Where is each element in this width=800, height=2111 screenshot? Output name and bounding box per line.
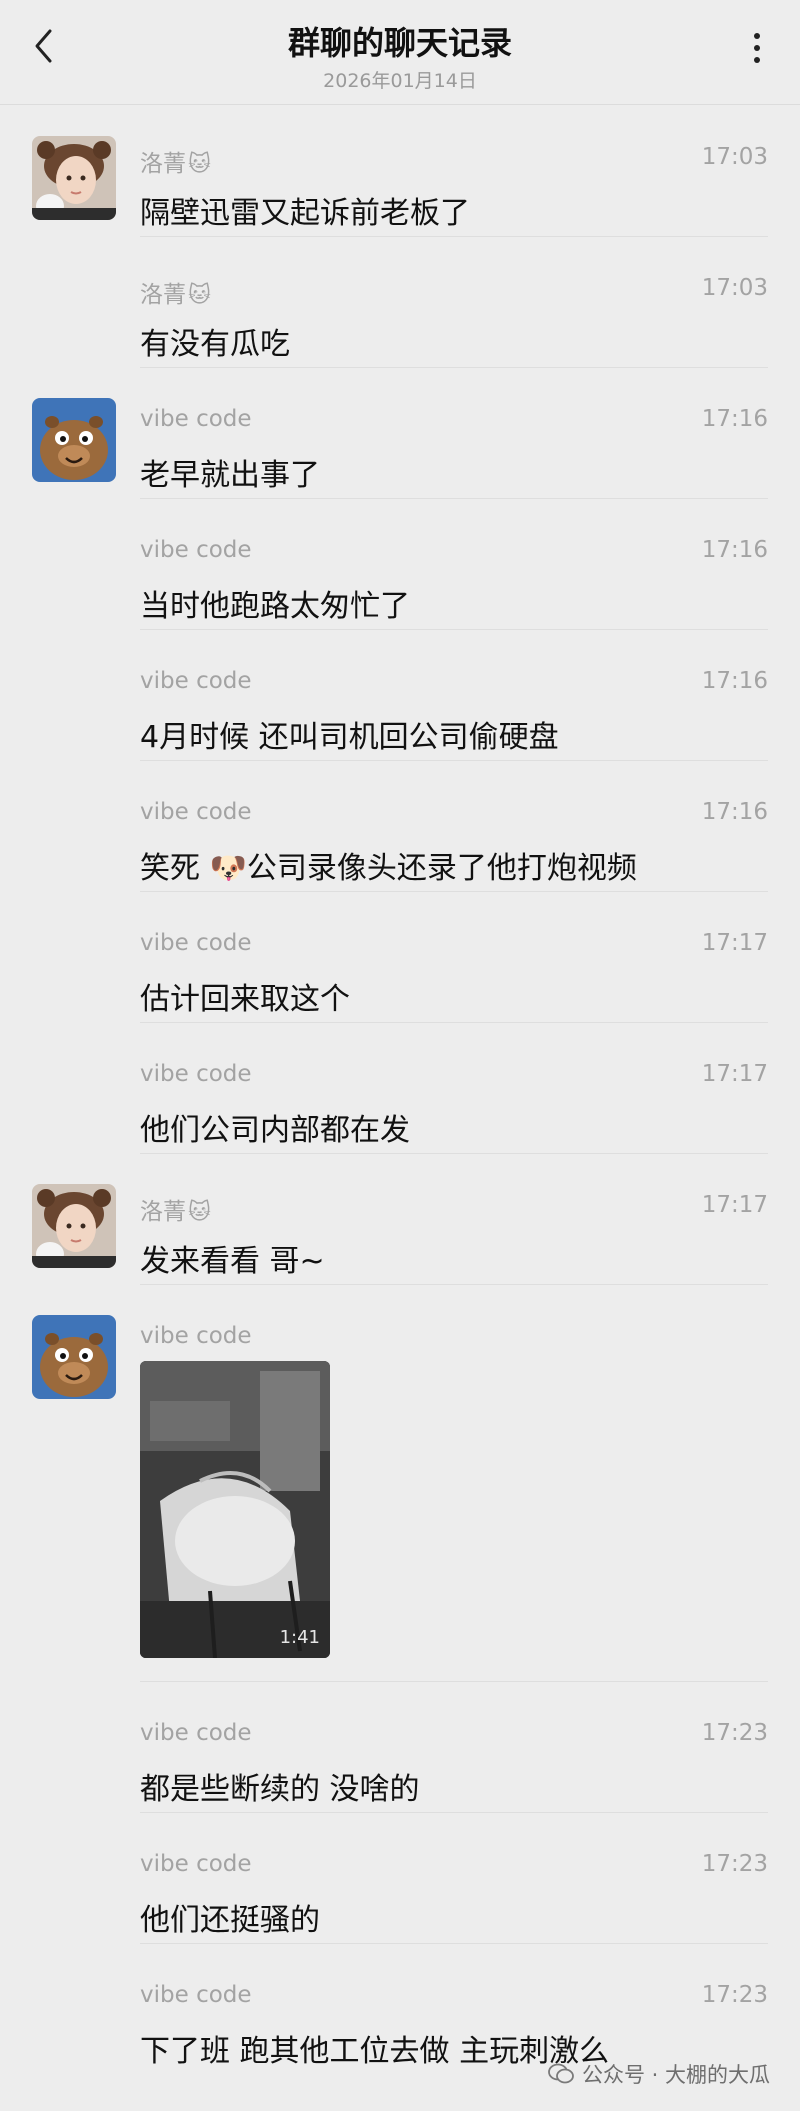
sender-name: vibe code — [140, 1720, 252, 1746]
message-time: 17:23 — [701, 1720, 768, 1746]
message-text: 估计回来取这个 — [140, 982, 350, 1017]
message-time: 17:17 — [701, 1061, 768, 1087]
more-vertical-icon — [754, 33, 760, 63]
message-time: 17:03 — [701, 144, 768, 170]
message-item: vibe code 17:16 老早就出事了 — [0, 368, 800, 499]
sender-name: vibe code — [140, 668, 252, 694]
message-item: 洛菁🐱 17:17 发来看看 哥~ — [0, 1154, 800, 1285]
sender-name: 洛菁🐱 — [140, 1199, 211, 1225]
message-item: vibe code 17:23 他们还挺骚的 — [0, 1813, 800, 1944]
message-time: 17:16 — [701, 406, 768, 432]
message-item: vibe code 17:16 4月时候 还叫司机回公司偷硬盘 — [0, 630, 800, 761]
message-item: vibe code 17:17 他们公司内部都在发 — [0, 1023, 800, 1154]
message-time: 17:23 — [701, 1851, 768, 1877]
doge-emoji: 🐶 — [209, 851, 247, 886]
message-text: 他们公司内部都在发 — [140, 1113, 410, 1148]
wechat-official-account-icon — [548, 2063, 574, 2085]
message-time: 17:16 — [701, 668, 768, 694]
message-text: 老早就出事了 — [140, 458, 320, 493]
message-text: 发来看看 哥~ — [140, 1244, 325, 1279]
message-item: vibe code 1:41 — [0, 1285, 800, 1682]
sender-name: vibe code — [140, 799, 252, 825]
chat-date: 2026年01月14日 — [323, 70, 477, 92]
message-text: 都是些断续的 没啥的 — [140, 1772, 420, 1807]
message-text: 隔壁迅雷又起诉前老板了 — [140, 196, 470, 231]
message-list: 洛菁🐱 17:03 隔壁迅雷又起诉前老板了 洛菁🐱 17:03 有没有瓜吃 vi… — [0, 106, 800, 2075]
message-item: 洛菁🐱 17:03 隔壁迅雷又起诉前老板了 — [0, 106, 800, 237]
message-time: 17:17 — [701, 930, 768, 956]
message-text: 4月时候 还叫司机回公司偷硬盘 — [140, 720, 559, 755]
video-message-thumbnail[interactable]: 1:41 — [140, 1361, 330, 1658]
capybara-avatar[interactable] — [32, 398, 116, 482]
message-text: 当时他跑路太匆忙了 — [140, 589, 410, 624]
message-time: 17:17 — [701, 1192, 768, 1218]
girl-avatar[interactable] — [32, 1184, 116, 1268]
top-bar: 群聊的聊天记录 2026年01月14日 — [0, 0, 800, 105]
sender-name: vibe code — [140, 537, 252, 563]
sender-name: 洛菁🐱 — [140, 282, 211, 308]
message-text: 有没有瓜吃 — [140, 327, 290, 362]
more-options-button[interactable] — [742, 26, 772, 70]
watermark-text: 公众号 · 大棚的大瓜 — [581, 2063, 770, 2087]
sender-name: vibe code — [140, 1982, 252, 2008]
message-time: 17:03 — [701, 275, 768, 301]
girl-avatar[interactable] — [32, 136, 116, 220]
message-item: vibe code 17:16 当时他跑路太匆忙了 — [0, 499, 800, 630]
message-text: 下了班 跑其他工位去做 主玩刺激么 — [140, 2034, 610, 2069]
message-time: 17:23 — [701, 1982, 768, 2008]
page-title: 群聊的聊天记录 — [287, 24, 512, 62]
sender-name: vibe code — [140, 1851, 252, 1877]
sender-name: vibe code — [140, 930, 252, 956]
message-item: 洛菁🐱 17:03 有没有瓜吃 — [0, 237, 800, 368]
message-text: 笑死 🐶公司录像头还录了他打炮视频 — [140, 851, 637, 886]
message-text: 他们还挺骚的 — [140, 1903, 320, 1938]
message-item: vibe code 17:17 估计回来取这个 — [0, 892, 800, 1023]
capybara-avatar[interactable] — [32, 1315, 116, 1399]
message-time: 17:16 — [701, 537, 768, 563]
message-time: 17:16 — [701, 799, 768, 825]
sender-name: vibe code — [140, 1061, 252, 1087]
video-duration: 1:41 — [279, 1627, 320, 1648]
message-item: vibe code 17:16 笑死 🐶公司录像头还录了他打炮视频 — [0, 761, 800, 892]
sender-name: 洛菁🐱 — [140, 151, 211, 177]
message-item: vibe code 17:23 下了班 跑其他工位去做 主玩刺激么 — [0, 1944, 800, 2075]
sender-name: vibe code — [140, 406, 252, 432]
sender-name: vibe code — [140, 1323, 252, 1349]
message-item: vibe code 17:23 都是些断续的 没啥的 — [0, 1682, 800, 1813]
watermark: 公众号 · 大棚的大瓜 — [548, 2059, 770, 2089]
